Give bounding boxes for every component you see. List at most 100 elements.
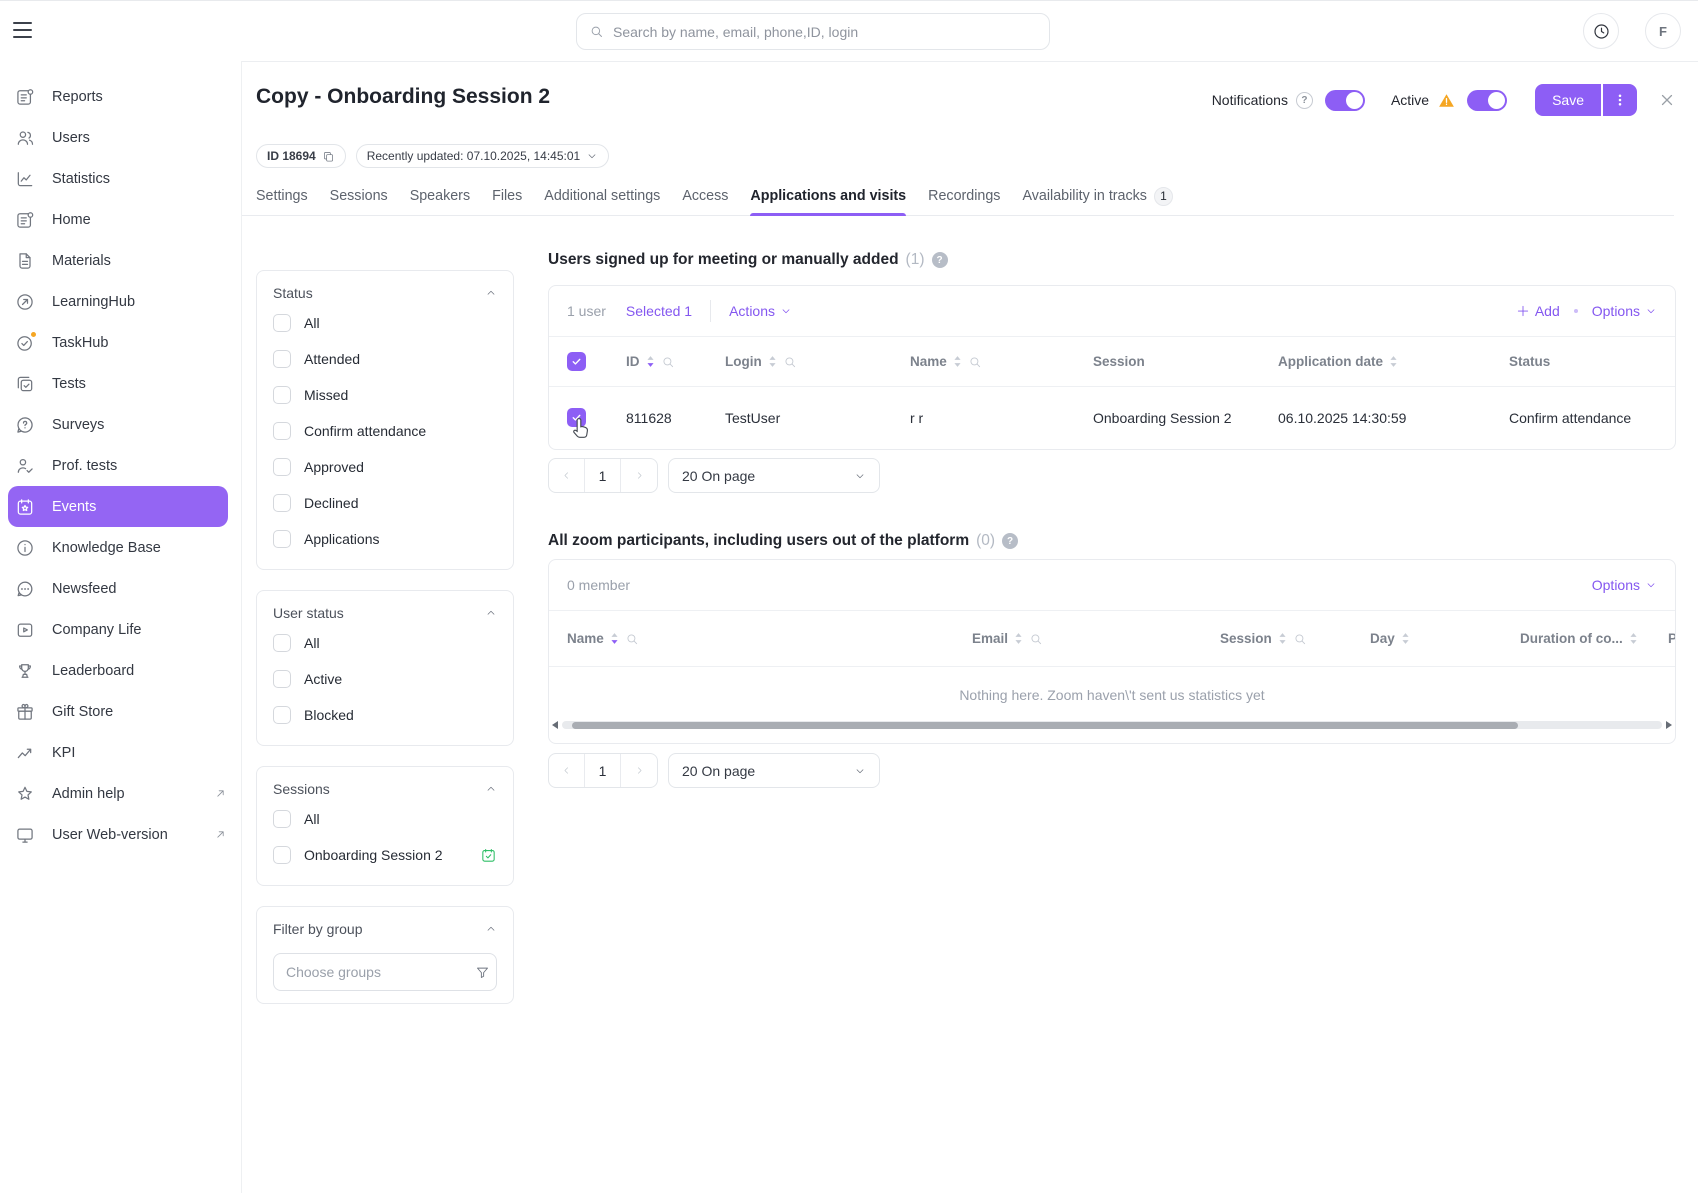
- scroll-right-arrow[interactable]: [1666, 721, 1672, 729]
- column-header-name[interactable]: Name: [897, 354, 1080, 369]
- sort-icon[interactable]: [1389, 355, 1398, 368]
- column-header-login[interactable]: Login: [712, 354, 897, 369]
- tab-access[interactable]: Access: [682, 180, 728, 215]
- sort-icon[interactable]: [1014, 632, 1023, 645]
- tab-sessions[interactable]: Sessions: [330, 180, 388, 215]
- checkbox[interactable]: [273, 494, 291, 512]
- current-page[interactable]: 1: [585, 754, 621, 787]
- sidebar-item-tests[interactable]: Tests: [0, 363, 241, 404]
- next-page-button[interactable]: [621, 754, 657, 787]
- sidebar-item-reports[interactable]: Reports: [0, 76, 241, 117]
- tab-speakers[interactable]: Speakers: [410, 180, 470, 215]
- options-dropdown[interactable]: Options: [1592, 577, 1657, 593]
- hamburger-menu-icon[interactable]: [13, 22, 32, 38]
- sidebar-item-events[interactable]: Events: [8, 486, 228, 527]
- checkbox[interactable]: [273, 634, 291, 652]
- funnel-filter-icon[interactable]: [475, 965, 490, 980]
- filter-option-active[interactable]: Active: [273, 661, 497, 697]
- filter-option-onboarding-session-2[interactable]: Onboarding Session 2: [273, 837, 497, 873]
- checkbox[interactable]: [273, 706, 291, 724]
- filter-option-declined[interactable]: Declined: [273, 485, 497, 521]
- column-header-email[interactable]: Email: [959, 631, 1207, 646]
- column-header-id[interactable]: ID: [613, 354, 712, 369]
- column-search-icon[interactable]: [968, 355, 982, 369]
- scrollbar-track[interactable]: [562, 721, 1662, 729]
- sort-icon[interactable]: [1629, 632, 1638, 645]
- table-row[interactable]: 811628 TestUser r r Onboarding Session 2…: [549, 387, 1675, 448]
- filter-option-all[interactable]: All: [273, 801, 497, 837]
- checkbox[interactable]: [273, 386, 291, 404]
- next-page-button[interactable]: [621, 459, 657, 492]
- sort-icon[interactable]: [610, 632, 619, 645]
- notifications-toggle[interactable]: [1325, 90, 1365, 111]
- scrollbar-thumb[interactable]: [572, 722, 1518, 729]
- sidebar-item-user-web-version[interactable]: User Web-version: [0, 814, 241, 855]
- column-header-participant[interactable]: Pa: [1655, 631, 1675, 646]
- sidebar-item-statistics[interactable]: Statistics: [0, 158, 241, 199]
- column-search-icon[interactable]: [1029, 632, 1043, 646]
- help-icon[interactable]: ?: [1002, 533, 1018, 549]
- sidebar-item-knowledge-base[interactable]: Knowledge Base: [0, 527, 241, 568]
- help-icon[interactable]: ?: [1296, 92, 1313, 109]
- prev-page-button[interactable]: [549, 754, 585, 787]
- tab-recordings[interactable]: Recordings: [928, 180, 1000, 215]
- checkbox[interactable]: [273, 810, 291, 828]
- select-all-checkbox[interactable]: [567, 352, 586, 371]
- column-header-session[interactable]: Session: [1207, 631, 1357, 646]
- filter-sessions-header[interactable]: Sessions: [273, 777, 497, 801]
- options-dropdown[interactable]: Options: [1592, 303, 1657, 319]
- tab-applications-and-visits[interactable]: Applications and visits: [750, 180, 906, 215]
- tab-availability-in-tracks[interactable]: Availability in tracks 1: [1022, 180, 1172, 215]
- user-avatar[interactable]: F: [1645, 13, 1681, 49]
- column-header-application-date[interactable]: Application date: [1265, 354, 1496, 369]
- checkbox[interactable]: [273, 458, 291, 476]
- sidebar-item-gift-store[interactable]: Gift Store: [0, 691, 241, 732]
- prev-page-button[interactable]: [549, 459, 585, 492]
- sidebar-item-prof-tests[interactable]: Prof. tests: [0, 445, 241, 486]
- sidebar-item-newsfeed[interactable]: Newsfeed: [0, 568, 241, 609]
- current-page[interactable]: 1: [585, 459, 621, 492]
- choose-groups-input[interactable]: [286, 964, 467, 980]
- selected-count-link[interactable]: Selected 1: [626, 303, 692, 319]
- sidebar-item-surveys[interactable]: Surveys: [0, 404, 241, 445]
- tab-additional-settings[interactable]: Additional settings: [544, 180, 660, 215]
- sort-icon[interactable]: [953, 355, 962, 368]
- copy-icon[interactable]: [322, 150, 335, 163]
- sort-icon[interactable]: [768, 355, 777, 368]
- sidebar-item-company-life[interactable]: Company Life: [0, 609, 241, 650]
- filter-option-confirm-attendance[interactable]: Confirm attendance: [273, 413, 497, 449]
- checkbox[interactable]: [273, 670, 291, 688]
- actions-dropdown[interactable]: Actions: [729, 303, 792, 319]
- filter-option-applications[interactable]: Applications: [273, 521, 497, 557]
- active-toggle[interactable]: [1467, 90, 1507, 111]
- help-icon[interactable]: ?: [932, 252, 948, 268]
- column-header-status[interactable]: Status: [1496, 354, 1675, 369]
- per-page-select[interactable]: 20 On page: [668, 458, 880, 493]
- column-header-day[interactable]: Day: [1357, 631, 1507, 646]
- column-search-icon[interactable]: [783, 355, 797, 369]
- sidebar-item-admin-help[interactable]: Admin help: [0, 773, 241, 814]
- recently-updated-badge[interactable]: Recently updated: 07.10.2025, 14:45:01: [356, 144, 610, 168]
- filter-option-missed[interactable]: Missed: [273, 377, 497, 413]
- tab-settings[interactable]: Settings: [256, 180, 308, 215]
- history-clock-button[interactable]: [1583, 13, 1619, 49]
- row-checkbox[interactable]: [567, 408, 586, 427]
- column-header-duration[interactable]: Duration of co...: [1507, 631, 1655, 646]
- sidebar-item-learninghub[interactable]: LearningHub: [0, 281, 241, 322]
- filter-option-attended[interactable]: Attended: [273, 341, 497, 377]
- search-input[interactable]: [613, 24, 1037, 40]
- filter-status-header[interactable]: Status: [273, 281, 497, 305]
- checkbox[interactable]: [273, 530, 291, 548]
- per-page-select[interactable]: 20 On page: [668, 753, 880, 788]
- close-icon[interactable]: [1658, 91, 1676, 109]
- sidebar-item-leaderboard[interactable]: Leaderboard: [0, 650, 241, 691]
- add-button[interactable]: Add: [1516, 303, 1560, 319]
- sidebar-item-kpi[interactable]: KPI: [0, 732, 241, 773]
- checkbox[interactable]: [273, 846, 291, 864]
- filter-option-blocked[interactable]: Blocked: [273, 697, 497, 733]
- sidebar-item-users[interactable]: Users: [0, 117, 241, 158]
- filter-option-all[interactable]: All: [273, 625, 497, 661]
- scroll-left-arrow[interactable]: [552, 721, 558, 729]
- sort-icon[interactable]: [1401, 632, 1410, 645]
- checkbox[interactable]: [273, 350, 291, 368]
